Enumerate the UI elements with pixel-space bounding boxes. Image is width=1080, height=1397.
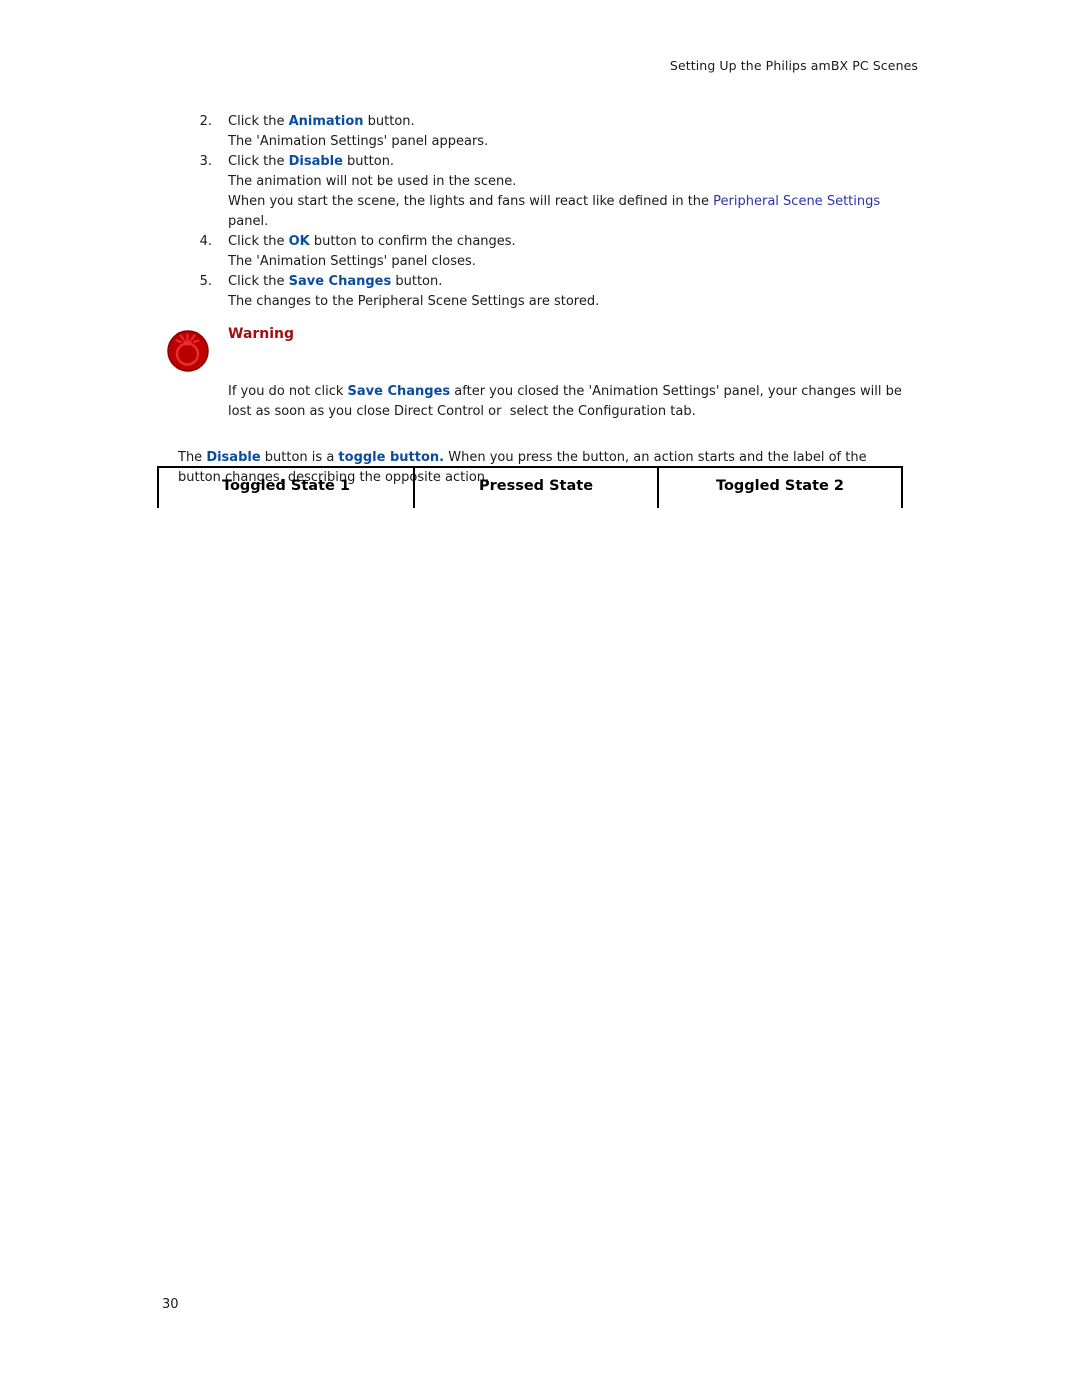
warning-admonition: Warning If you do not click Save Changes… [167, 324, 918, 422]
list-item: 3. Click the Disable button. [178, 152, 918, 172]
step-suffix: button. [363, 114, 415, 129]
ui-term-ok: OK [288, 234, 310, 249]
toggle-middle: button is a [260, 450, 339, 465]
procedure-list: 2. Click the Animation button. The 'Anim… [178, 112, 918, 312]
list-item-number: 3. [199, 154, 212, 169]
note-lead: When you start the scene, the lights and… [228, 194, 714, 209]
table-column-header: Toggled State 2 [657, 468, 903, 508]
note-tail: panel. [228, 214, 269, 229]
ui-term-toggle-button: toggle button. [338, 450, 445, 465]
page-number: 30 [162, 1297, 179, 1312]
step-prefix: Click the [228, 274, 289, 289]
ui-term-save-changes: Save Changes [288, 274, 392, 289]
step-prefix: Click the [228, 234, 289, 249]
running-header: Setting Up the Philips amBX PC Scenes [669, 58, 918, 73]
list-item: 2. Click the Animation button. [178, 112, 918, 132]
list-item-text: Click the Animation button. [228, 112, 918, 132]
bomb-warning-icon [164, 326, 212, 374]
warning-body-lead: If you do not click [228, 384, 348, 399]
toggle-lead: The [178, 450, 207, 465]
list-item-result: The 'Animation Settings' panel appears. [228, 134, 489, 149]
state-table: Toggled State 1 Pressed State Toggled St… [157, 466, 903, 508]
list-item-result: The animation will not be used in the sc… [228, 174, 517, 189]
list-item-number: 2. [199, 114, 212, 129]
list-item-result: The 'Animation Settings' panel closes. [228, 254, 476, 269]
list-item-number: 5. [199, 274, 212, 289]
list-item: 4. Click the OK button to confirm the ch… [178, 232, 918, 252]
list-item-text: Click the Save Changes button. [228, 272, 918, 292]
state-table-header-row: Toggled State 1 Pressed State Toggled St… [157, 468, 903, 508]
warning-body: If you do not click Save Changes after y… [178, 382, 918, 422]
list-item-number: 4. [199, 234, 212, 249]
warning-title: Warning [228, 326, 295, 342]
list-item-text: Click the Disable button. [228, 152, 918, 172]
cross-reference-link[interactable]: Peripheral Scene Settings [713, 194, 880, 209]
step-suffix: button. [391, 274, 443, 289]
document-page: Setting Up the Philips amBX PC Scenes 2.… [0, 0, 1080, 1397]
page-content: 2. Click the Animation button. The 'Anim… [167, 112, 918, 488]
ui-term-disable: Disable [288, 154, 343, 169]
warning-header-row: Warning [167, 324, 918, 372]
list-item-note: When you start the scene, the lights and… [178, 192, 918, 232]
ui-term-disable: Disable [206, 450, 261, 465]
step-suffix: button to confirm the changes. [309, 234, 516, 249]
list-item: 5. Click the Save Changes button. [178, 272, 918, 292]
ui-term-save-changes: Save Changes [347, 384, 451, 399]
list-item-text: Click the OK button to confirm the chang… [228, 232, 918, 252]
step-prefix: Click the [228, 114, 289, 129]
list-item-result: The changes to the Peripheral Scene Sett… [228, 294, 600, 309]
step-prefix: Click the [228, 154, 289, 169]
table-column-header: Pressed State [413, 468, 657, 508]
step-suffix: button. [342, 154, 395, 169]
table-column-header: Toggled State 1 [157, 468, 413, 508]
ui-term-animation: Animation [288, 114, 364, 129]
